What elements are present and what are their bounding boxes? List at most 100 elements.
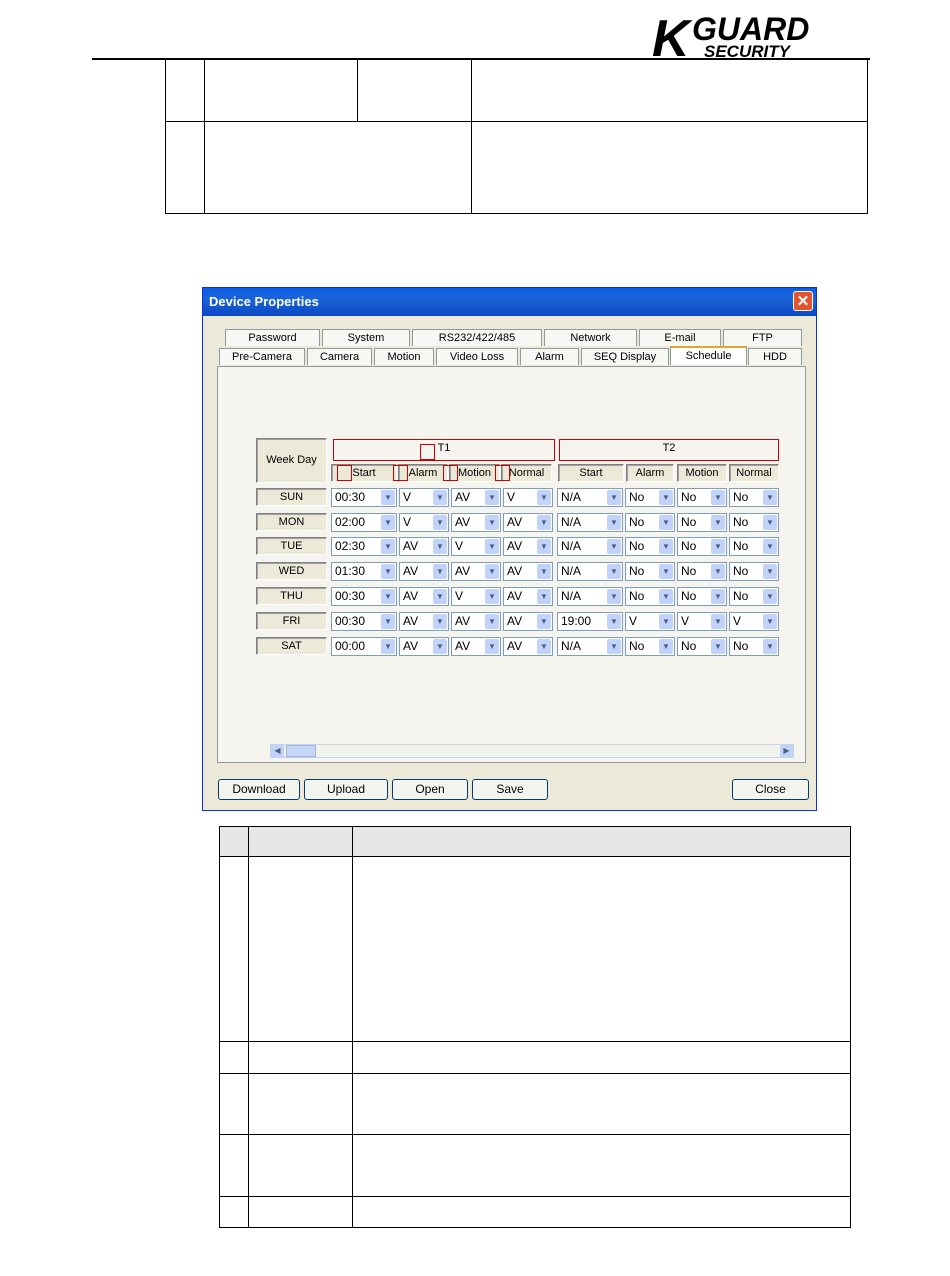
save-button[interactable]: Save: [472, 779, 548, 800]
fri-t2-start-select[interactable]: 19:00 ▼: [557, 612, 623, 631]
tue-t1-start-select[interactable]: 02:30 ▼: [331, 537, 397, 556]
fri-t1-start-select[interactable]: 00:30 ▼: [331, 612, 397, 631]
chevron-down-icon[interactable]: ▼: [433, 639, 447, 654]
tab-email[interactable]: E-mail: [639, 329, 721, 346]
wed-t1-alarm-select[interactable]: AV ▼: [399, 562, 449, 581]
sun-t1-motion-select[interactable]: AV ▼: [451, 488, 501, 507]
chevron-down-icon[interactable]: ▼: [763, 589, 777, 604]
mon-t2-start-select[interactable]: N/A ▼: [557, 513, 623, 532]
chevron-down-icon[interactable]: ▼: [659, 564, 673, 579]
chevron-down-icon[interactable]: ▼: [607, 639, 621, 654]
sat-t2-start-select[interactable]: N/A ▼: [557, 637, 623, 656]
fri-t1-normal-select[interactable]: AV ▼: [503, 612, 553, 631]
thu-t1-motion-select[interactable]: V ▼: [451, 587, 501, 606]
mon-t2-normal-select[interactable]: No ▼: [729, 513, 779, 532]
chevron-down-icon[interactable]: ▼: [537, 589, 551, 604]
tab-seq-display[interactable]: SEQ Display: [581, 348, 669, 365]
chevron-down-icon[interactable]: ▼: [711, 539, 725, 554]
tue-t2-start-select[interactable]: N/A ▼: [557, 537, 623, 556]
open-button[interactable]: Open: [392, 779, 468, 800]
chevron-down-icon[interactable]: ▼: [381, 564, 395, 579]
horizontal-scrollbar[interactable]: ◀ ▶: [270, 744, 794, 758]
chevron-down-icon[interactable]: ▼: [485, 515, 499, 530]
sat-t1-motion-select[interactable]: AV ▼: [451, 637, 501, 656]
tab-pre-camera[interactable]: Pre-Camera: [219, 348, 305, 365]
chevron-down-icon[interactable]: ▼: [607, 589, 621, 604]
chevron-down-icon[interactable]: ▼: [659, 639, 673, 654]
thu-t2-start-select[interactable]: N/A ▼: [557, 587, 623, 606]
wed-t1-normal-select[interactable]: AV ▼: [503, 562, 553, 581]
chevron-down-icon[interactable]: ▼: [485, 490, 499, 505]
wed-t2-alarm-select[interactable]: No ▼: [625, 562, 675, 581]
thu-t1-normal-select[interactable]: AV ▼: [503, 587, 553, 606]
chevron-down-icon[interactable]: ▼: [433, 515, 447, 530]
chevron-down-icon[interactable]: ▼: [433, 614, 447, 629]
chevron-down-icon[interactable]: ▼: [607, 539, 621, 554]
tue-t2-motion-select[interactable]: No ▼: [677, 537, 727, 556]
thu-t2-motion-select[interactable]: No ▼: [677, 587, 727, 606]
chevron-down-icon[interactable]: ▼: [659, 614, 673, 629]
chevron-down-icon[interactable]: ▼: [433, 589, 447, 604]
upload-button[interactable]: Upload: [304, 779, 388, 800]
close-button[interactable]: Close: [732, 779, 809, 800]
wed-t2-start-select[interactable]: N/A ▼: [557, 562, 623, 581]
tue-t2-normal-select[interactable]: No ▼: [729, 537, 779, 556]
chevron-down-icon[interactable]: ▼: [433, 564, 447, 579]
scroll-left-icon[interactable]: ◀: [271, 745, 284, 757]
chevron-down-icon[interactable]: ▼: [659, 515, 673, 530]
sun-t1-normal-select[interactable]: V ▼: [503, 488, 553, 507]
mon-t1-normal-select[interactable]: AV ▼: [503, 513, 553, 532]
sat-t1-alarm-select[interactable]: AV ▼: [399, 637, 449, 656]
mon-t1-alarm-select[interactable]: V ▼: [399, 513, 449, 532]
chevron-down-icon[interactable]: ▼: [659, 589, 673, 604]
sun-t2-alarm-select[interactable]: No ▼: [625, 488, 675, 507]
chevron-down-icon[interactable]: ▼: [381, 515, 395, 530]
chevron-down-icon[interactable]: ▼: [659, 539, 673, 554]
chevron-down-icon[interactable]: ▼: [607, 564, 621, 579]
tab-camera[interactable]: Camera: [307, 348, 372, 365]
tab-video-loss[interactable]: Video Loss: [436, 348, 518, 365]
sat-t1-normal-select[interactable]: AV ▼: [503, 637, 553, 656]
tab-alarm[interactable]: Alarm: [520, 348, 579, 365]
chevron-down-icon[interactable]: ▼: [711, 515, 725, 530]
chevron-down-icon[interactable]: ▼: [711, 564, 725, 579]
chevron-down-icon[interactable]: ▼: [537, 515, 551, 530]
thu-t2-normal-select[interactable]: No ▼: [729, 587, 779, 606]
scroll-thumb[interactable]: [286, 745, 316, 757]
chevron-down-icon[interactable]: ▼: [485, 639, 499, 654]
chevron-down-icon[interactable]: ▼: [381, 639, 395, 654]
chevron-down-icon[interactable]: ▼: [537, 539, 551, 554]
chevron-down-icon[interactable]: ▼: [381, 490, 395, 505]
chevron-down-icon[interactable]: ▼: [763, 539, 777, 554]
fri-t2-motion-select[interactable]: V ▼: [677, 612, 727, 631]
chevron-down-icon[interactable]: ▼: [485, 589, 499, 604]
wed-t1-motion-select[interactable]: AV ▼: [451, 562, 501, 581]
tue-t2-alarm-select[interactable]: No ▼: [625, 537, 675, 556]
tue-t1-normal-select[interactable]: AV ▼: [503, 537, 553, 556]
mon-t1-motion-select[interactable]: AV ▼: [451, 513, 501, 532]
mon-t2-motion-select[interactable]: No ▼: [677, 513, 727, 532]
chevron-down-icon[interactable]: ▼: [763, 614, 777, 629]
chevron-down-icon[interactable]: ▼: [537, 614, 551, 629]
thu-t1-alarm-select[interactable]: AV ▼: [399, 587, 449, 606]
thu-t2-alarm-select[interactable]: No ▼: [625, 587, 675, 606]
chevron-down-icon[interactable]: ▼: [433, 539, 447, 554]
tab-password[interactable]: Password: [225, 329, 320, 346]
chevron-down-icon[interactable]: ▼: [711, 639, 725, 654]
thu-t1-start-select[interactable]: 00:30 ▼: [331, 587, 397, 606]
tab-rs232[interactable]: RS232/422/485: [412, 329, 542, 346]
chevron-down-icon[interactable]: ▼: [763, 490, 777, 505]
chevron-down-icon[interactable]: ▼: [381, 539, 395, 554]
tue-t1-alarm-select[interactable]: AV ▼: [399, 537, 449, 556]
download-button[interactable]: Download: [218, 779, 300, 800]
chevron-down-icon[interactable]: ▼: [763, 564, 777, 579]
chevron-down-icon[interactable]: ▼: [607, 490, 621, 505]
fri-t1-alarm-select[interactable]: AV ▼: [399, 612, 449, 631]
chevron-down-icon[interactable]: ▼: [485, 614, 499, 629]
tab-system[interactable]: System: [322, 329, 410, 346]
window-close-icon[interactable]: ✕: [793, 291, 813, 311]
chevron-down-icon[interactable]: ▼: [711, 614, 725, 629]
chevron-down-icon[interactable]: ▼: [659, 490, 673, 505]
tab-motion[interactable]: Motion: [374, 348, 434, 365]
tab-network[interactable]: Network: [544, 329, 637, 346]
